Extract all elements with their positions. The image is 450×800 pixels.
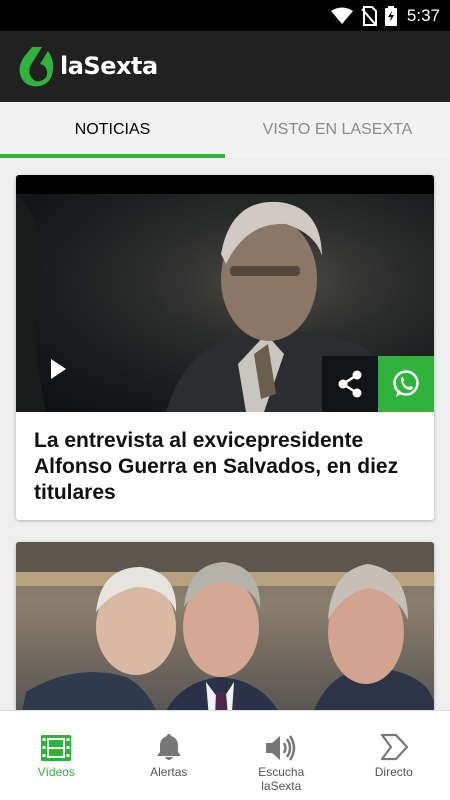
share-button[interactable] <box>322 356 378 412</box>
nav-item-directo[interactable]: Directo <box>338 711 450 800</box>
play-button[interactable] <box>42 353 74 385</box>
article-title[interactable]: La entrevista al exvicepresidente Alfons… <box>34 428 414 506</box>
app-logo[interactable]: laSexta <box>18 45 158 87</box>
brand-name: laSexta <box>60 52 158 80</box>
whatsapp-share-button[interactable] <box>378 356 434 412</box>
play-icon <box>51 359 66 379</box>
tab-noticias[interactable]: NOTICIAS <box>0 102 225 158</box>
tab-visto-en-lasexta[interactable]: VISTO EN LASEXTA <box>225 102 450 158</box>
status-bar: 5:37 <box>0 0 450 31</box>
article-photo[interactable] <box>16 542 434 710</box>
nav-label: Directo <box>374 765 413 779</box>
no-sim-icon <box>361 6 377 26</box>
wifi-icon <box>330 7 353 24</box>
news-feed[interactable]: La entrevista al exvicepresidente Alfons… <box>0 158 450 710</box>
bell-icon <box>156 734 181 760</box>
video-player[interactable] <box>16 175 434 412</box>
nav-label: Escucha laSexta <box>258 765 305 793</box>
nav-item-escucha-lasexta[interactable]: Escucha laSexta <box>225 711 338 800</box>
nav-item-videos[interactable]: Vídeos <box>0 711 113 800</box>
speaker-icon <box>266 735 296 761</box>
battery-charging-icon <box>384 6 397 26</box>
app-bar: laSexta <box>0 31 450 102</box>
tab-label: NOTICIAS <box>74 121 151 138</box>
nav-item-alertas[interactable]: Alertas <box>113 711 226 800</box>
nav-label: Vídeos <box>37 765 75 779</box>
film-icon <box>41 735 72 761</box>
tab-label: VISTO EN LASEXTA <box>262 121 413 138</box>
live-arrow-icon <box>380 733 408 761</box>
tab-bar: NOTICIAS VISTO EN LASEXTA <box>0 102 450 158</box>
article-card[interactable]: La entrevista al exvicepresidente Alfons… <box>16 175 434 520</box>
politicians-photo-image <box>16 542 434 710</box>
status-icons: 5:37 <box>330 5 440 27</box>
lasexta-logo-icon <box>19 47 54 87</box>
bottom-navigation: Vídeos Alertas Escucha laSexta Directo <box>0 710 450 800</box>
share-icon <box>338 370 362 398</box>
whatsapp-icon <box>393 370 419 397</box>
nav-label: Alertas <box>150 765 188 779</box>
status-time: 5:37 <box>406 6 440 25</box>
article-card[interactable] <box>16 542 434 710</box>
